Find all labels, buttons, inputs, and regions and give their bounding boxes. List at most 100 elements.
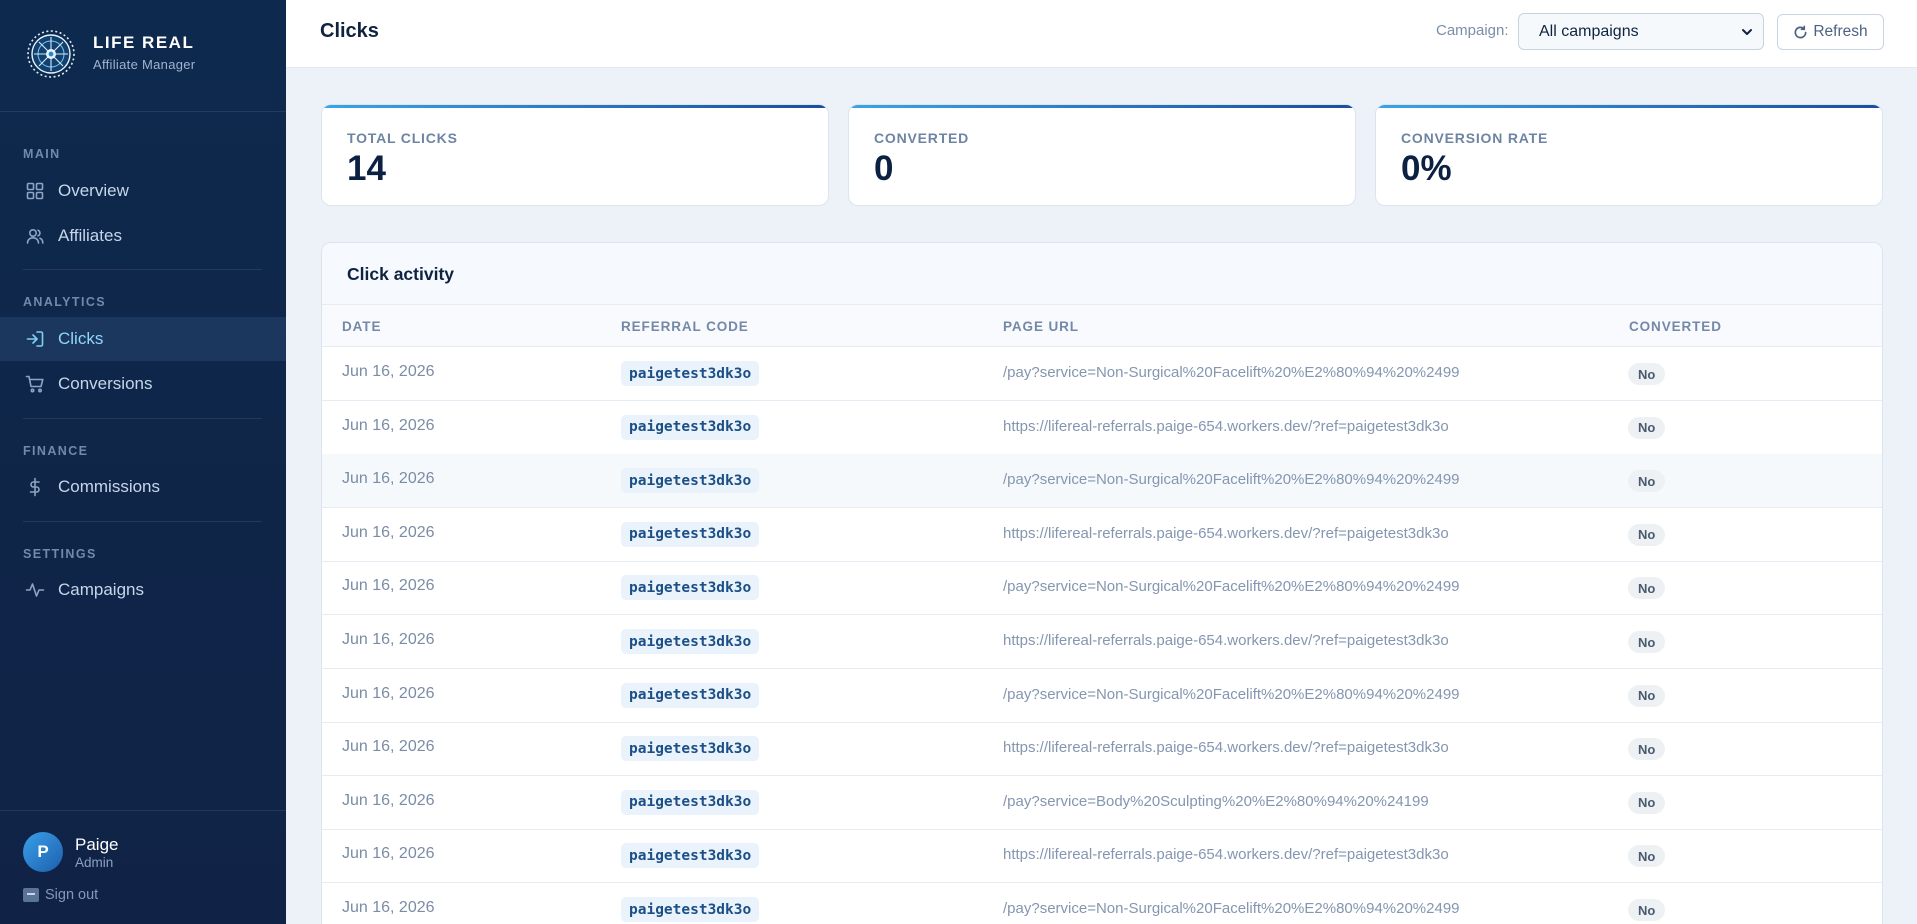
table-row[interactable]: Jun 16, 2026 paigetest3dk3o https://lifere… (322, 401, 1882, 455)
users-icon (24, 225, 46, 247)
nav-divider (23, 418, 262, 419)
referral-code-badge: paigetest3dk3o (621, 521, 760, 547)
page-url-cell: /pay?service=Body%20Sculpting%20%E2%80%9… (1003, 792, 1429, 810)
table-row[interactable]: Jun 16, 2026 paigetest3dk3o https://lifere… (322, 615, 1882, 669)
date-cell: Jun 16, 2026 (342, 845, 435, 863)
sidebar-item-clicks[interactable]: Clicks (0, 317, 286, 361)
converted-badge: No (1628, 845, 1666, 868)
nav-section-label-settings: SETTINGS (23, 547, 97, 561)
converted-badge: No (1628, 523, 1666, 546)
page-url-cell: https://lifereal-referrals.paige-654.wor… (1003, 846, 1449, 864)
top-bar: Clicks Campaign: All campaigns Refresh (286, 0, 1917, 68)
table-row[interactable]: Jun 16, 2026 paigetest3dk3o https://lifere… (322, 508, 1882, 562)
converted-badge: No (1628, 791, 1666, 814)
stat-label: CONVERTED (874, 130, 970, 146)
converted-badge: No (1628, 363, 1666, 385)
sidebar-item-label: Overview (58, 181, 129, 200)
column-header-date[interactable]: DATE (342, 319, 381, 334)
stat-card-conversion-rate: CONVERSION RATE 0% (1375, 104, 1883, 206)
converted-badge: No (1628, 631, 1666, 653)
nav-divider (23, 521, 262, 522)
date-cell: Jun 16, 2026 (342, 738, 435, 756)
stat-card-total-clicks: TOTAL CLICKS 14 (321, 104, 829, 206)
campaign-select-value: All campaigns (1539, 22, 1639, 40)
referral-code-badge: paigetest3dk3o (621, 897, 760, 922)
user-role: Admin (75, 855, 114, 870)
sidebar-item-affiliates[interactable]: Affiliates (0, 214, 286, 258)
click-activity-table: Click activity DATE REFERRAL CODE PAGE U… (321, 242, 1883, 924)
sidebar: LIFE REAL Affiliate Manager MAIN Overvie… (0, 0, 286, 924)
sidebar-item-label: Affiliates (58, 226, 122, 245)
column-header-page-url[interactable]: PAGE URL (1003, 319, 1079, 334)
sidebar-item-label: Clicks (58, 329, 104, 348)
page-url-cell: https://lifereal-referrals.paige-654.wor… (1003, 417, 1449, 435)
table-row[interactable]: Jun 16, 2026 paigetest3dk3o/pay?service=N… (322, 669, 1882, 723)
converted-badge: No (1628, 577, 1666, 600)
nav-section-label-main: MAIN (23, 147, 61, 161)
nav-section-label-finance: FINANCE (23, 444, 89, 458)
referral-code-badge: paigetest3dk3o (621, 468, 760, 494)
date-cell: Jun 16, 2026 (342, 470, 435, 488)
campaign-label: Campaign: (1436, 22, 1509, 39)
page-url-cell: /pay?service=Non-Surgical%20Facelift%20%… (1003, 471, 1460, 489)
refresh-button[interactable]: Refresh (1777, 14, 1884, 50)
table-row[interactable]: Jun 16, 2026 paigetest3dk3o/pay?service=B… (322, 776, 1882, 830)
table-row[interactable]: Jun 16, 2026 paigetest3dk3o/pay?service=N… (322, 561, 1882, 616)
referral-code-badge: paigetest3dk3o (621, 629, 760, 654)
converted-badge: No (1628, 470, 1666, 493)
dollar-icon (24, 476, 46, 498)
brand-logo-icon (27, 30, 75, 78)
sign-out-icon (23, 888, 39, 902)
grid-icon (24, 180, 46, 202)
sign-out-button[interactable]: Sign out (23, 887, 98, 903)
stat-label: CONVERSION RATE (1401, 130, 1549, 146)
nav-section-label-analytics: ANALYTICS (23, 295, 106, 309)
user-panel: P Paige Admin Sign out (0, 810, 286, 924)
column-header-converted[interactable]: CONVERTED (1629, 319, 1722, 334)
page-url-cell: /pay?service=Non-Surgical%20Facelift%20%… (1003, 900, 1460, 917)
campaign-select[interactable]: All campaigns (1518, 13, 1764, 50)
chevron-down-icon (1742, 29, 1752, 35)
sidebar-item-overview[interactable]: Overview (0, 169, 286, 213)
date-cell: Jun 16, 2026 (342, 416, 435, 434)
page-url-cell: https://lifereal-referrals.paige-654.wor… (1003, 524, 1449, 542)
date-cell: Jun 16, 2026 (342, 523, 435, 541)
referral-code-badge: paigetest3dk3o (621, 682, 760, 708)
login-arrow-icon (24, 328, 46, 350)
page-url-cell: https://lifereal-referrals.paige-654.wor… (1003, 632, 1449, 649)
sidebar-item-label: Campaigns (58, 580, 144, 599)
page-url-cell: /pay?service=Non-Surgical%20Facelift%20%… (1003, 578, 1460, 596)
sidebar-item-conversions[interactable]: Conversions (0, 362, 286, 406)
activity-icon (24, 579, 46, 601)
brand-subtitle: Affiliate Manager (93, 57, 196, 72)
stat-value: 14 (347, 149, 386, 188)
page-url-cell: /pay?service=Non-Surgical%20Facelift%20%… (1003, 364, 1460, 381)
sidebar-item-commissions[interactable]: Commissions (0, 465, 286, 509)
table-row[interactable]: Jun 16, 2026 paigetest3dk3o/pay?service=N… (322, 347, 1882, 401)
referral-code-badge: paigetest3dk3o (621, 361, 760, 386)
table-row[interactable]: Jun 16, 2026 paigetest3dk3o https://lifere… (322, 722, 1882, 777)
sidebar-item-label: Conversions (58, 374, 153, 393)
refresh-label: Refresh (1813, 23, 1868, 40)
table-row[interactable]: Jun 16, 2026 paigetest3dk3o https://lifere… (322, 829, 1882, 884)
refresh-icon (1794, 25, 1807, 38)
converted-badge: No (1628, 899, 1666, 921)
date-cell: Jun 16, 2026 (342, 631, 435, 648)
sidebar-item-label: Commissions (58, 477, 161, 496)
stat-label: TOTAL CLICKS (347, 130, 458, 146)
table-row[interactable]: Jun 16, 2026 paigetest3dk3o/pay?service=N… (322, 454, 1882, 509)
converted-badge: No (1628, 684, 1666, 707)
stat-value: 0 (874, 149, 894, 188)
avatar[interactable]: P (23, 832, 63, 872)
table-row[interactable]: Jun 16, 2026 paigetest3dk3o/pay?service=N… (322, 883, 1882, 924)
referral-code-badge: paigetest3dk3o (621, 414, 760, 440)
referral-code-badge: paigetest3dk3o (621, 789, 760, 815)
page-title: Clicks (320, 20, 379, 42)
sidebar-item-campaigns[interactable]: Campaigns (0, 568, 286, 612)
nav-divider (23, 269, 262, 270)
brand-name: LIFE REAL (93, 33, 195, 52)
page-url-cell: https://lifereal-referrals.paige-654.wor… (1003, 739, 1449, 757)
table-title: Click activity (347, 264, 454, 284)
column-header-referral-code[interactable]: REFERRAL CODE (621, 319, 749, 334)
table-header-row: DATE REFERRAL CODE PAGE URL CONVERTED (322, 305, 1882, 347)
